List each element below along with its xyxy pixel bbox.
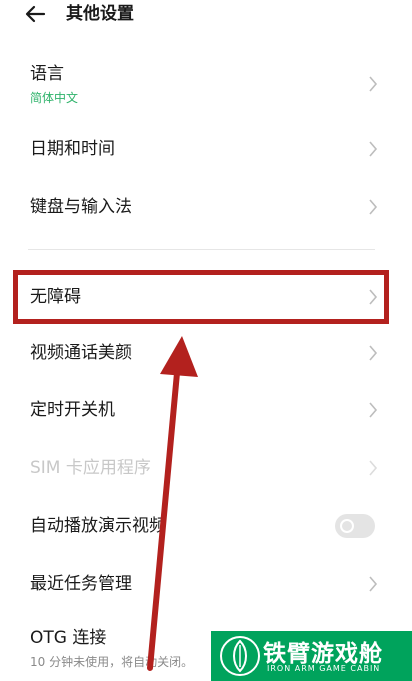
item-label: 日期和时间	[30, 139, 115, 159]
item-label: 自动播放演示视频	[30, 516, 166, 536]
item-label: 视频通话美颜	[30, 343, 132, 363]
settings-item-recent-tasks[interactable]: 最近任务管理	[0, 563, 412, 607]
chevron-right-icon	[369, 141, 378, 157]
item-label: 语言	[30, 64, 64, 84]
watermark-banner: 铁臂游戏舱 IRON ARM GAME CABIN	[211, 631, 412, 681]
highlight-box	[13, 270, 389, 324]
chevron-right-icon	[369, 460, 378, 476]
item-value: 简体中文	[30, 91, 79, 105]
watermark-title: 铁臂游戏舱	[263, 641, 383, 667]
item-label: 定时开关机	[30, 400, 115, 420]
back-arrow-icon[interactable]	[22, 2, 50, 26]
settings-item-datetime[interactable]: 日期和时间	[0, 128, 412, 172]
item-label: OTG 连接	[30, 628, 107, 648]
chevron-right-icon	[369, 199, 378, 215]
chevron-right-icon	[369, 576, 378, 592]
settings-item-language[interactable]: 语言 简体中文	[0, 58, 412, 114]
page-title: 其他设置	[66, 4, 134, 24]
chevron-right-icon	[369, 76, 378, 92]
item-description: 10 分钟未使用，将自动关闭。	[30, 655, 194, 669]
item-label: SIM 卡应用程序	[30, 458, 151, 478]
watermark-logo-icon	[220, 636, 260, 676]
item-label: 最近任务管理	[30, 574, 132, 594]
section-divider	[28, 249, 375, 250]
chevron-right-icon	[369, 402, 378, 418]
top-bar: 其他设置	[0, 0, 412, 30]
chevron-right-icon	[369, 345, 378, 361]
settings-item-video-call-beauty[interactable]: 视频通话美颜	[0, 332, 412, 376]
settings-item-keyboard[interactable]: 键盘与输入法	[0, 186, 412, 230]
watermark-subtitle: IRON ARM GAME CABIN	[267, 664, 381, 673]
settings-item-sim-apps: SIM 卡应用程序	[0, 447, 412, 491]
settings-item-scheduled-power[interactable]: 定时开关机	[0, 389, 412, 433]
item-label: 键盘与输入法	[30, 197, 132, 217]
toggle-knob	[340, 519, 354, 533]
autoplay-toggle[interactable]	[335, 514, 375, 538]
